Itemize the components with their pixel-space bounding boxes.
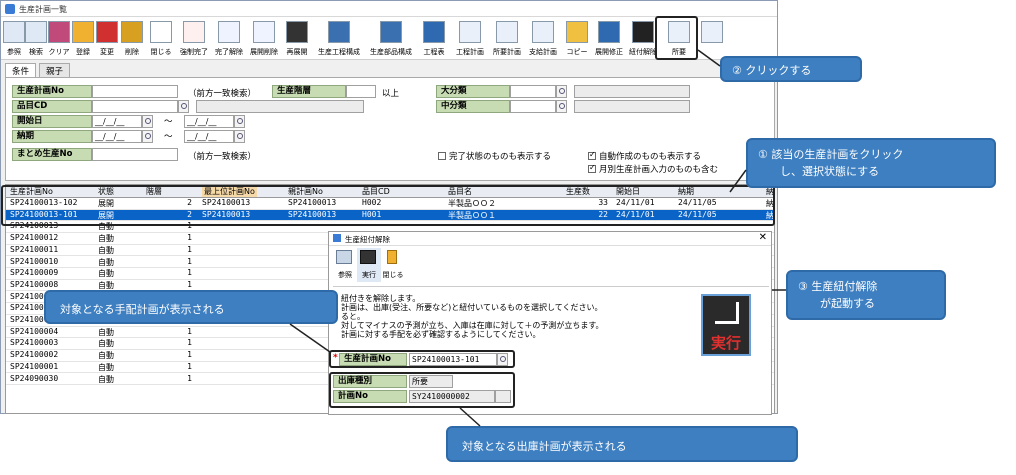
connector-lines [289, 49, 786, 427]
connector-line [459, 407, 481, 427]
connector-line [289, 323, 331, 353]
connector-line [697, 49, 721, 67]
connector-line [729, 169, 747, 193]
